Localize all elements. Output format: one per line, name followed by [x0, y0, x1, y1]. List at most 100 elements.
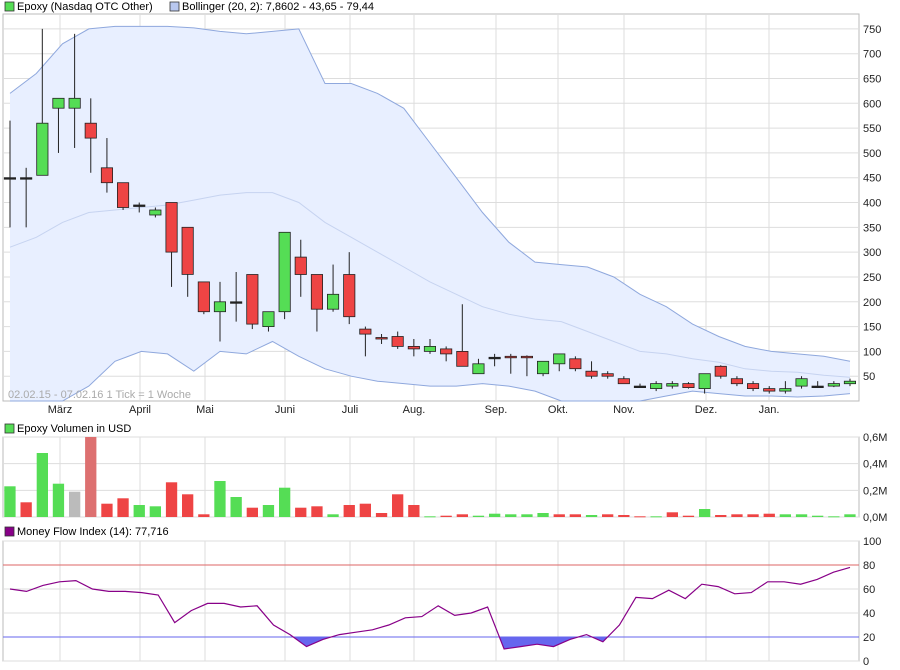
volume-bar — [198, 514, 210, 517]
volume-bar — [828, 516, 840, 518]
candle-body — [326, 293, 340, 310]
candle-body — [763, 388, 776, 392]
candle — [117, 182, 130, 210]
candle-body — [698, 373, 711, 390]
volume-ytick-label: 0,2M — [863, 485, 887, 497]
candle — [569, 356, 582, 372]
candle-body — [520, 355, 533, 359]
candle-body — [795, 378, 808, 387]
candle-body — [20, 177, 33, 180]
volume-bar — [4, 486, 16, 517]
candle-body — [601, 373, 614, 377]
candle-body — [714, 365, 727, 377]
price-ytick-label: 650 — [863, 74, 881, 86]
volume-bar — [844, 514, 856, 517]
candle — [537, 360, 550, 377]
legend-label-bollinger: Bollinger (20, 2): 7,8602 - 43,65 - 79,4… — [182, 1, 374, 13]
volume-bar — [456, 514, 468, 517]
price-ytick-label: 250 — [863, 272, 881, 284]
x-tick-label: Aug. — [403, 404, 426, 416]
mfi-panel: 0 20 40 60 80 100 Money Flow Index (14): 77,7… — [2, 526, 881, 668]
volume-bar — [36, 453, 48, 517]
volume-panel: 0,0M 0,2M 0,4M 0,6M Epoxy Volumen in USD — [2, 423, 887, 524]
candle-body — [843, 380, 856, 385]
x-tick-label: April — [129, 404, 151, 416]
candle-body — [359, 328, 372, 335]
candle-body — [36, 122, 49, 176]
volume-bar — [602, 514, 614, 517]
candle-body — [456, 350, 469, 367]
candle-body — [747, 383, 760, 390]
volume-bar — [553, 514, 565, 517]
x-tick-label: Mai — [196, 404, 214, 416]
volume-bar — [731, 514, 743, 517]
candle-body — [165, 202, 178, 253]
price-ytick-label: 550 — [863, 123, 881, 135]
volume-bar — [634, 516, 646, 518]
x-tick-label: Sep. — [485, 404, 508, 416]
price-ytick-label: 600 — [863, 98, 881, 110]
candle-body — [149, 209, 162, 216]
candle-body — [181, 226, 194, 275]
price-ytick-label: 200 — [863, 297, 881, 309]
candle-body — [472, 363, 485, 375]
volume-bar — [295, 507, 307, 517]
volume-bar — [699, 509, 711, 517]
mfi-ytick-label: 20 — [863, 632, 875, 644]
volume-bar — [408, 505, 420, 517]
legend-swatch-volume — [4, 423, 15, 434]
x-tick-label: Jan. — [759, 404, 780, 416]
volume-bar — [246, 507, 258, 517]
candle-body — [537, 360, 550, 375]
candle-body — [488, 356, 501, 360]
candle-body — [117, 182, 130, 208]
x-tick-label: März — [48, 404, 72, 416]
volume-bar — [618, 515, 630, 517]
candle-body — [278, 231, 291, 313]
candle-body — [3, 177, 17, 180]
candle-body — [423, 345, 436, 352]
volume-bar — [343, 505, 355, 517]
volume-bar — [489, 513, 501, 517]
legend-swatch-bollinger — [169, 1, 180, 12]
candle-body — [262, 311, 275, 328]
x-tick-label: Dez. — [695, 404, 718, 416]
mfi-panel-frame — [2, 540, 860, 662]
price-ytick-label: 750 — [863, 24, 881, 36]
volume-bar — [569, 514, 581, 517]
candle-body — [666, 383, 679, 387]
candle-body — [650, 383, 663, 390]
volume-bar — [375, 513, 388, 517]
candle-body — [553, 353, 566, 365]
volume-bar — [149, 506, 161, 517]
volume-bar — [165, 482, 178, 517]
mfi-ytick-label: 100 — [863, 536, 881, 548]
candle-body — [827, 383, 840, 387]
price-ytick-label: 50 — [863, 371, 875, 383]
volume-bar — [117, 498, 129, 517]
volume-bar — [327, 514, 339, 517]
volume-bar — [262, 505, 275, 517]
volume-bar — [359, 503, 371, 517]
volume-ytick-label: 0,0M — [863, 512, 887, 524]
volume-bar — [20, 502, 32, 517]
candle-body — [407, 345, 420, 350]
candle-body — [682, 383, 695, 389]
volume-bar — [521, 514, 533, 517]
volume-bar — [585, 515, 598, 517]
volume-bar — [505, 514, 517, 517]
x-axis-labels: März April Mai Juni Juli Aug. Sep. Okt. Nov. Dez.… — [48, 404, 780, 416]
legend-label-mfi: Money Flow Index (14): 77,716 — [17, 526, 169, 538]
candle-body — [213, 301, 227, 313]
candle-body — [375, 337, 388, 340]
candle-body — [84, 122, 97, 139]
candle-body — [633, 385, 646, 389]
volume-bar — [52, 483, 65, 517]
volume-bar — [182, 494, 194, 517]
candle-body — [230, 301, 243, 304]
price-ytick-label: 400 — [863, 198, 881, 210]
price-ytick-label: 450 — [863, 173, 881, 185]
volume-bar — [279, 487, 291, 517]
candle-body — [440, 348, 453, 355]
candle-body — [779, 388, 792, 392]
